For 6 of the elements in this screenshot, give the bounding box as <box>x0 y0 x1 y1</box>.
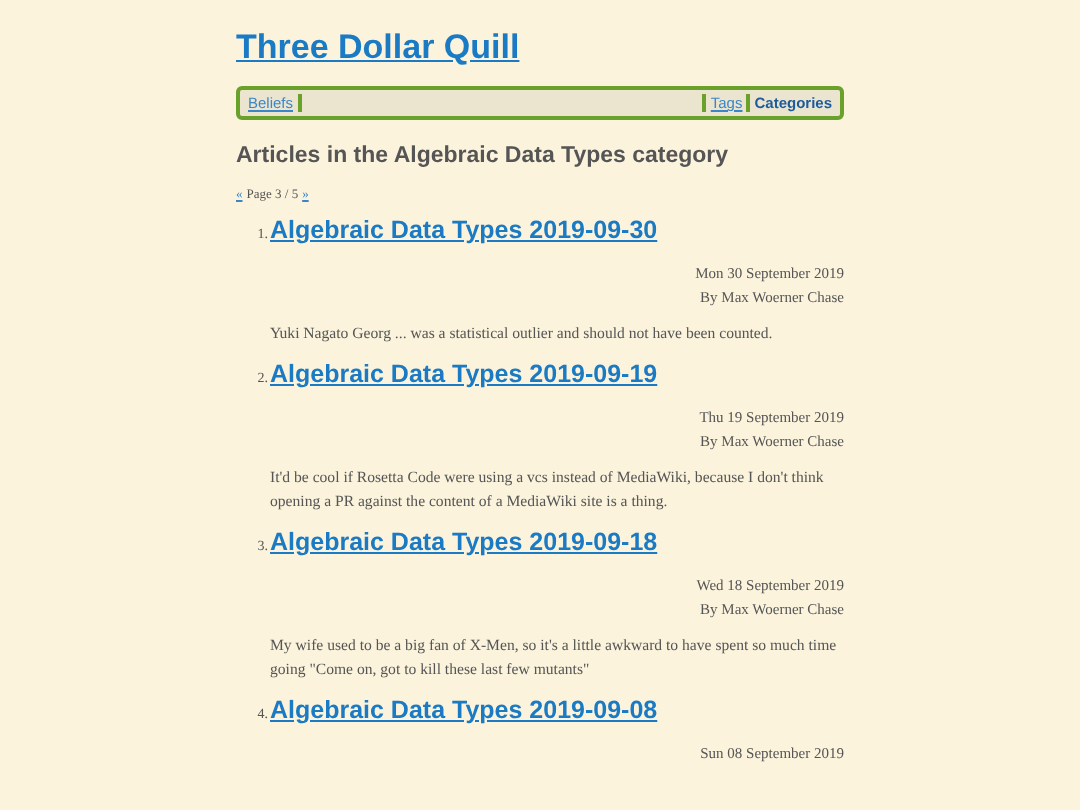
site-title[interactable]: Three Dollar Quill <box>236 28 520 68</box>
article-title-link[interactable]: Algebraic Data Types 2019-09-18 <box>270 528 658 556</box>
article-title-link[interactable]: Algebraic Data Types 2019-09-30 <box>270 216 658 244</box>
article-title-link[interactable]: Algebraic Data Types 2019-09-08 <box>270 696 658 724</box>
page-heading: Articles in the Algebraic Data Types category <box>236 144 731 168</box>
article-title-link[interactable]: Algebraic Data Types 2019-09-19 <box>270 360 658 388</box>
